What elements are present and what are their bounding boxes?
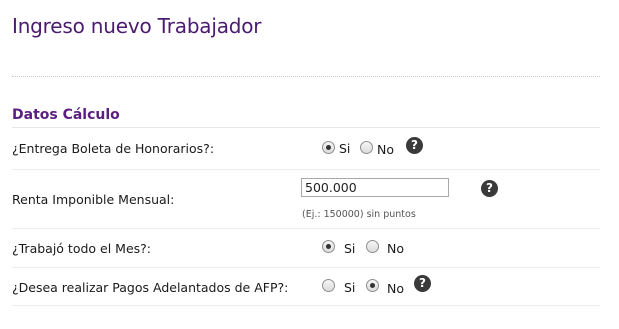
pagos-afp-label: ¿Desea realizar Pagos Adelantados de AFP… bbox=[12, 280, 289, 295]
renta-input[interactable] bbox=[301, 178, 449, 197]
boleta-radio-si[interactable] bbox=[322, 141, 335, 154]
pagos-afp-radio-no[interactable] bbox=[366, 279, 379, 292]
pagos-afp-option-si-label[interactable]: Si bbox=[344, 280, 355, 295]
section-title: Datos Cálculo bbox=[12, 107, 120, 123]
pagos-afp-help-icon[interactable]: ? bbox=[414, 275, 431, 292]
pagos-afp-radio-si[interactable] bbox=[322, 279, 335, 292]
renta-hint: (Ej.: 150000) sin puntos bbox=[302, 209, 416, 220]
page-title: Ingreso nuevo Trabajador bbox=[12, 14, 262, 38]
form-row-pagos-afp: ¿Desea realizar Pagos Adelantados de AFP… bbox=[12, 268, 600, 306]
trabajo-mes-option-si-label[interactable]: Si bbox=[344, 241, 355, 256]
boleta-help-icon[interactable]: ? bbox=[406, 137, 423, 154]
title-divider bbox=[12, 76, 600, 77]
boleta-label: ¿Entrega Boleta de Honorarios?: bbox=[12, 141, 215, 156]
pagos-afp-option-no-label[interactable]: No bbox=[387, 281, 404, 296]
form-row-boleta: ¿Entrega Boleta de Honorarios?: Si No ? bbox=[12, 128, 600, 170]
form-row-trabajo-mes: ¿Trabajó todo el Mes?: Si No bbox=[12, 229, 600, 268]
boleta-option-si-label[interactable]: Si bbox=[339, 141, 350, 156]
boleta-radio-no[interactable] bbox=[360, 141, 373, 154]
boleta-option-no-label[interactable]: No bbox=[377, 142, 394, 157]
trabajo-mes-radio-si[interactable] bbox=[322, 240, 335, 253]
trabajo-mes-label: ¿Trabajó todo el Mes?: bbox=[12, 241, 151, 256]
trabajo-mes-option-no-label[interactable]: No bbox=[387, 241, 404, 256]
trabajo-mes-radio-no[interactable] bbox=[366, 240, 379, 253]
renta-help-icon[interactable]: ? bbox=[481, 180, 498, 197]
renta-label: Renta Imponible Mensual: bbox=[12, 192, 175, 207]
